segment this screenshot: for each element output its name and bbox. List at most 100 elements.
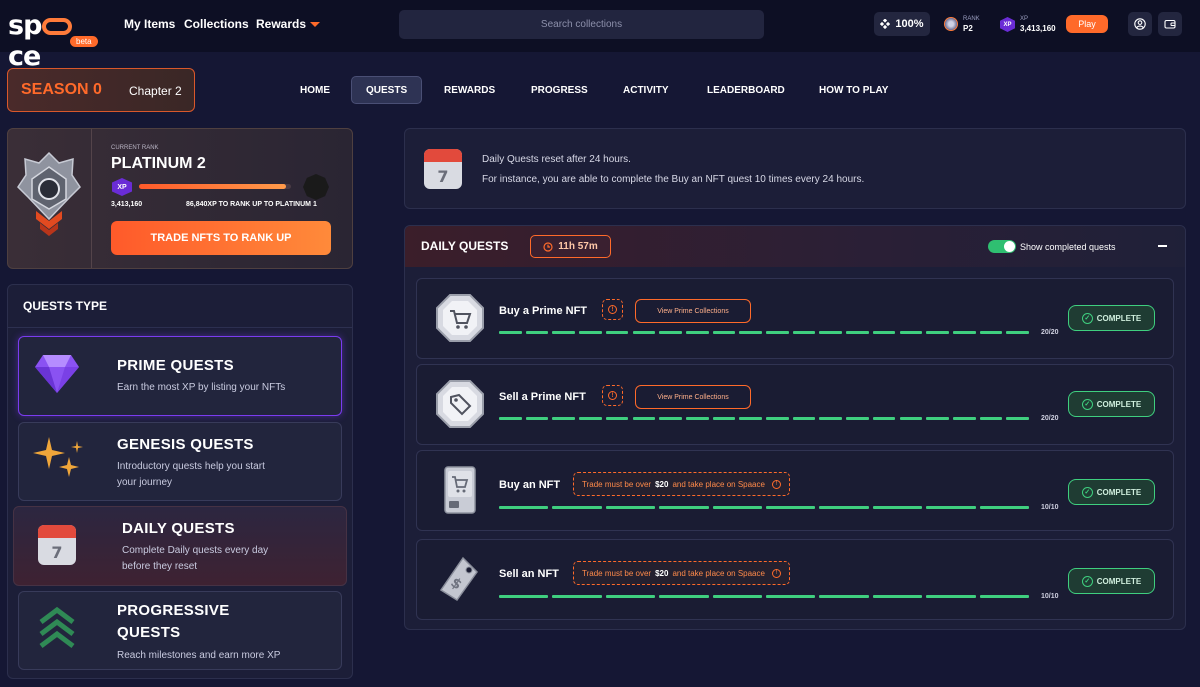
- show-completed-toggle[interactable]: [988, 240, 1016, 253]
- tab-progress[interactable]: PROGRESS: [517, 76, 602, 104]
- tab-home[interactable]: HOME: [286, 76, 344, 104]
- progress-segment: [739, 417, 762, 420]
- progress-segment: [499, 331, 522, 334]
- quests-type-header: QUESTS TYPE: [23, 299, 108, 313]
- info-icon: !: [608, 305, 617, 314]
- rank-chip[interactable]: RANK P2: [944, 13, 994, 37]
- daily-quests-header: DAILY QUESTS 11h 57m Show completed ques…: [405, 226, 1185, 267]
- progress-segment: [899, 417, 923, 420]
- progress-segment: [685, 417, 709, 420]
- beta-badge: beta: [70, 36, 98, 47]
- show-completed-label: Show completed quests: [1020, 242, 1116, 252]
- nav-rewards[interactable]: Rewards: [256, 17, 321, 31]
- top-bar: spce beta My Items Collections Rewards 1…: [0, 0, 1200, 72]
- quest-name: Buy an NFT: [499, 479, 561, 491]
- progress-segment: [632, 331, 656, 334]
- progress-segment: [1006, 331, 1029, 334]
- tab-leaderboard[interactable]: LEADERBOARD: [693, 76, 799, 104]
- search-input[interactable]: [399, 10, 764, 39]
- trade-requirement-note: Trade must be over $20 and take place on…: [573, 472, 790, 496]
- nav-collections[interactable]: Collections: [184, 17, 249, 31]
- next-rank-icon: [303, 174, 329, 200]
- info-line-2: For instance, you are able to complete t…: [482, 174, 865, 185]
- svg-text:7: 7: [437, 167, 448, 186]
- current-rank-card: CURRENT RANK PLATINUM 2 XP 3,413,160 86,…: [7, 128, 353, 269]
- xp-total: 3,413,160: [111, 201, 143, 208]
- quest-progress: [499, 417, 1029, 420]
- progress-segment: [979, 595, 1029, 598]
- quest-row: Buy an NFT Trade must be over $20 and ta…: [416, 450, 1174, 531]
- tag-badge-icon: [436, 380, 484, 428]
- progress-segment: [712, 595, 762, 598]
- progress-segment: [659, 506, 709, 509]
- price-tag-icon: $: [439, 556, 478, 602]
- tab-rewards[interactable]: REWARDS: [430, 76, 509, 104]
- progress-segment: [766, 331, 789, 334]
- progress-segment: [605, 595, 656, 598]
- progress-segment: [819, 331, 843, 334]
- progress-segment: [579, 331, 602, 334]
- daily-quests-title: DAILY QUESTS: [421, 239, 509, 253]
- info-icon: !: [608, 391, 617, 400]
- tab-how-to-play[interactable]: HOW TO PLAY: [805, 76, 902, 104]
- quest-name: Sell a Prime NFT: [499, 391, 586, 403]
- progress-segment: [952, 331, 976, 334]
- tab-quests[interactable]: QUESTS: [351, 76, 423, 104]
- play-button[interactable]: Play: [1066, 15, 1108, 33]
- progress-segment: [872, 331, 896, 334]
- progress-segment: [1006, 417, 1029, 420]
- chevron-down-icon: [310, 22, 321, 28]
- purple-gem-icon: [35, 355, 79, 393]
- complete-button[interactable]: ✓ COMPLETE: [1068, 479, 1155, 505]
- rank-progress-bar: [139, 184, 291, 189]
- progress-segment: [846, 417, 869, 420]
- sparkle-stars-icon: [33, 437, 83, 477]
- wallet-button[interactable]: [1158, 12, 1182, 36]
- quest-count: 10/10: [1041, 593, 1059, 600]
- view-prime-collections-button[interactable]: View Prime Collections: [635, 299, 751, 323]
- quests-type-panel: QUESTS TYPE PRIME QUESTS Earn the most X…: [7, 284, 353, 679]
- season-selector[interactable]: SEASON 0 Chapter 2: [7, 68, 195, 112]
- progress-segment: [979, 506, 1029, 509]
- spaace-logo[interactable]: spce beta: [8, 10, 104, 72]
- complete-button[interactable]: ✓ COMPLETE: [1068, 391, 1155, 417]
- view-prime-collections-button[interactable]: View Prime Collections: [635, 385, 751, 409]
- xp-chip[interactable]: XP XP 3,413,160: [1000, 13, 1060, 37]
- quest-name: Buy a Prime NFT: [499, 305, 588, 317]
- trade-nfts-button[interactable]: TRADE NFTS TO RANK UP: [111, 221, 331, 255]
- progress-segment: [605, 417, 629, 420]
- quest-type-prime[interactable]: PRIME QUESTS Earn the most XP by listing…: [18, 336, 342, 416]
- profile-button[interactable]: [1128, 12, 1152, 36]
- progress-segment: [872, 595, 923, 598]
- quest-type-genesis[interactable]: GENESIS QUESTS Introductory quests help …: [18, 422, 342, 501]
- progress-segment: [899, 331, 923, 334]
- tab-activity[interactable]: ACTIVITY: [609, 76, 683, 104]
- season-chapter: Chapter 2: [129, 84, 182, 98]
- boost-pill[interactable]: 100%: [874, 12, 930, 36]
- progress-segment: [525, 331, 549, 334]
- progress-segment: [605, 506, 656, 509]
- quest-info-button[interactable]: !: [602, 385, 623, 406]
- quest-progress: [499, 506, 1029, 509]
- progress-segment: [712, 417, 736, 420]
- complete-button[interactable]: ✓ COMPLETE: [1068, 305, 1155, 331]
- logo-ring: [42, 18, 73, 35]
- quest-type-daily[interactable]: 7 DAILY QUESTS Complete Daily quests eve…: [13, 506, 347, 586]
- platinum-rank-emblem-icon: [17, 151, 81, 236]
- xp-icon: XP: [1000, 17, 1015, 32]
- complete-button[interactable]: ✓ COMPLETE: [1068, 568, 1155, 594]
- daily-reset-info: 7 Daily Quests reset after 24 hours. For…: [404, 128, 1186, 209]
- collapse-button[interactable]: [1152, 237, 1172, 255]
- quest-info-button[interactable]: !: [602, 299, 623, 320]
- progress-segment: [499, 506, 549, 509]
- check-icon: ✓: [1081, 312, 1093, 324]
- progress-segment: [819, 595, 869, 598]
- progress-segment: [792, 417, 816, 420]
- quest-type-progressive[interactable]: PROGRESSIVE QUESTS Reach milestones and …: [18, 591, 342, 670]
- cart-card-icon: [444, 466, 476, 514]
- nav-my-items[interactable]: My Items: [124, 17, 175, 31]
- xp-badge-icon: XP: [112, 178, 132, 196]
- progress-segment: [819, 417, 843, 420]
- progress-segment: [659, 595, 709, 598]
- progress-segment: [579, 417, 602, 420]
